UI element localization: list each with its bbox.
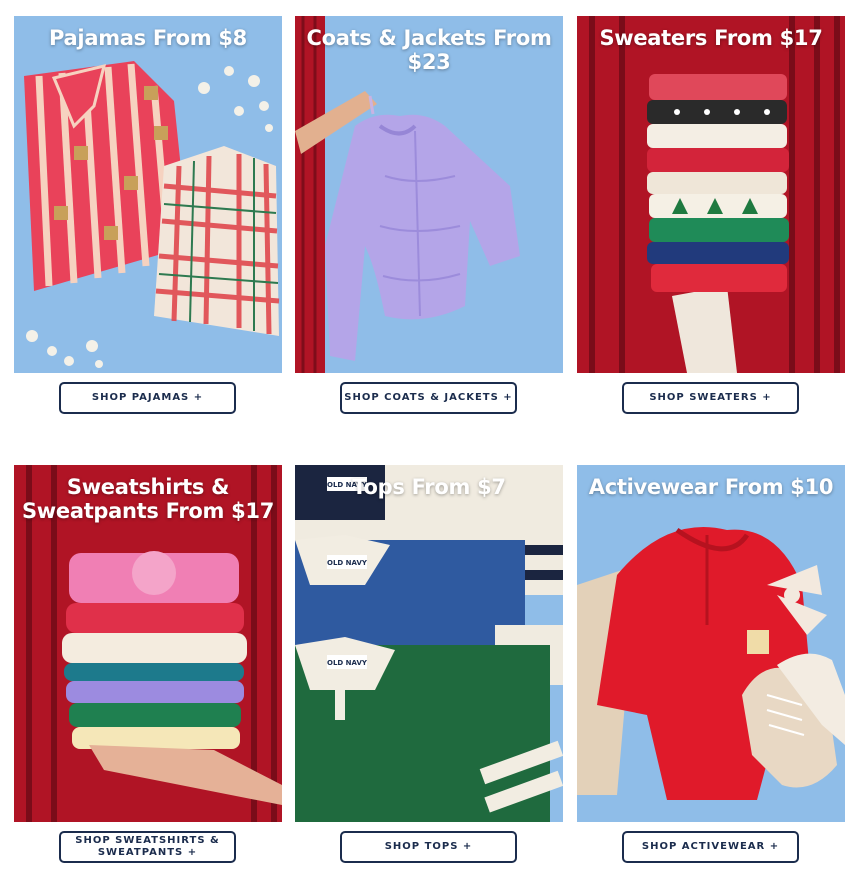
category-card-coats-jackets[interactable]: Coats & Jackets From $23 SHOP COATS & JA…	[295, 16, 563, 416]
shop-coats-jackets-button[interactable]: SHOP COATS & JACKETS +	[340, 382, 517, 414]
card-title: Activewear From $10	[588, 475, 834, 499]
card-title: Coats & Jackets From $23	[306, 26, 552, 74]
tops-image[interactable]: OLD NAVY OLD NAVY OLD NAVY Tops From $7	[295, 465, 563, 822]
shop-pajamas-button[interactable]: SHOP PAJAMAS +	[59, 382, 236, 414]
category-card-sweatshirts-sweatpants[interactable]: Sweatshirts & Sweatpants From $17 SHOP S…	[14, 465, 282, 865]
category-card-sweaters[interactable]: Sweaters From $17 SHOP SWEATERS +	[577, 16, 845, 416]
category-card-tops[interactable]: OLD NAVY OLD NAVY OLD NAVY Tops From $7 …	[295, 465, 563, 865]
sweaters-image[interactable]: Sweaters From $17	[577, 16, 845, 373]
shop-sweaters-button[interactable]: SHOP SWEATERS +	[622, 382, 799, 414]
brand-label: OLD NAVY	[327, 659, 368, 667]
coats-jackets-image[interactable]: Coats & Jackets From $23	[295, 16, 563, 373]
pajamas-image[interactable]: Pajamas From $8	[14, 16, 282, 373]
card-title: Tops From $7	[352, 475, 506, 499]
card-title: Sweatshirts & Sweatpants From $17	[21, 475, 275, 523]
sweatshirts-image[interactable]: Sweatshirts & Sweatpants From $17	[14, 465, 282, 822]
category-card-activewear[interactable]: Activewear From $10 SHOP ACTIVEWEAR +	[577, 465, 845, 865]
card-title: Sweaters From $17	[599, 26, 823, 50]
shop-activewear-button[interactable]: SHOP ACTIVEWEAR +	[622, 831, 799, 863]
shop-tops-button[interactable]: SHOP TOPS +	[340, 831, 517, 863]
card-title: Pajamas From $8	[49, 26, 247, 50]
category-card-pajamas[interactable]: Pajamas From $8 SHOP PAJAMAS +	[14, 16, 282, 416]
brand-label: OLD NAVY	[327, 559, 368, 567]
activewear-image[interactable]: Activewear From $10	[577, 465, 845, 822]
shop-sweatshirts-sweatpants-button[interactable]: SHOP SWEATSHIRTS & SWEATPANTS +	[59, 831, 236, 863]
